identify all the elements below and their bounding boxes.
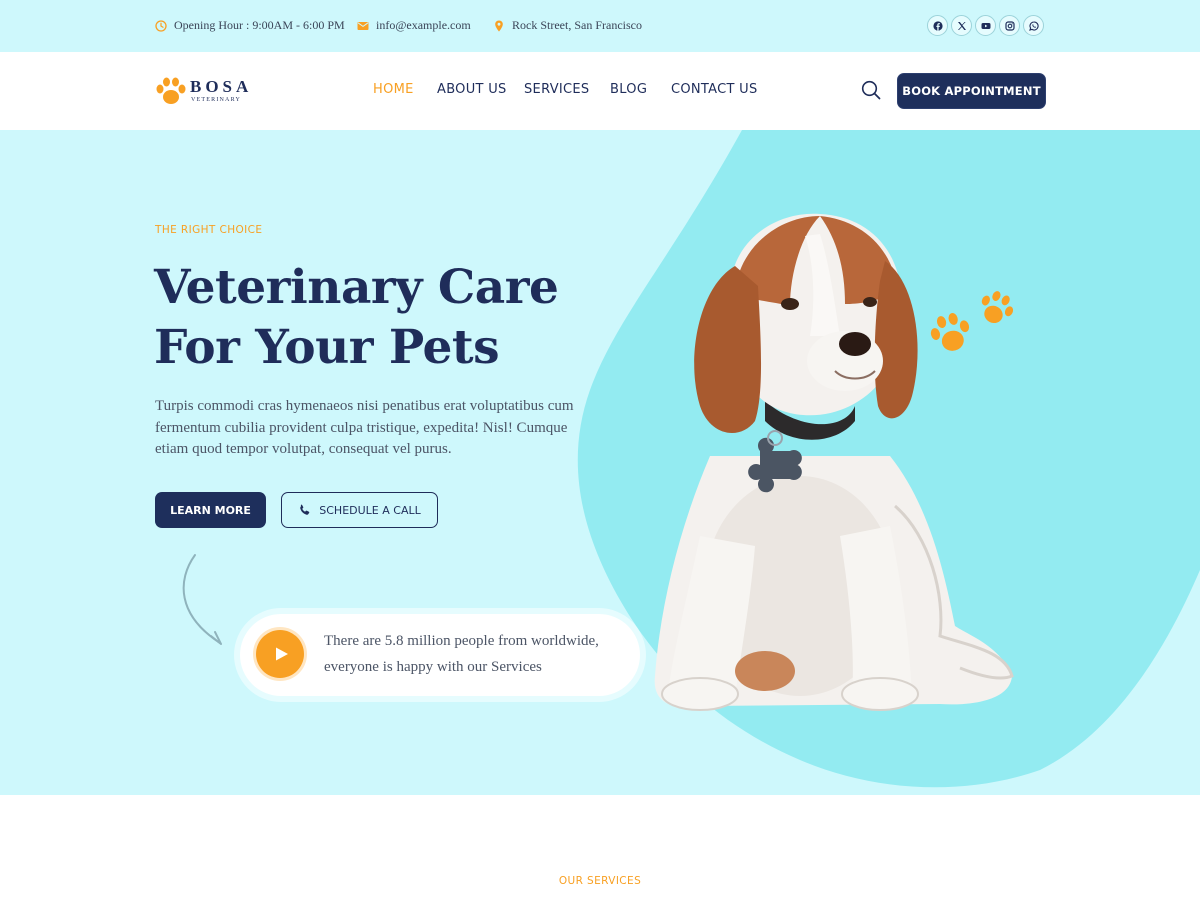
email-text[interactable]: info@example.com [376, 18, 471, 33]
main-header: BOSA VETERINARY HOME ABOUT US SERVICES B… [0, 52, 1200, 130]
map-pin-icon [495, 20, 503, 31]
opening-hours: Opening Hour : 9:00AM - 6:00 PM [155, 18, 345, 33]
hero-eyebrow: THE RIGHT CHOICE [155, 224, 263, 236]
envelope-icon [357, 21, 369, 30]
schedule-call-label: SCHEDULE A CALL [319, 503, 421, 517]
x-twitter-icon[interactable] [951, 15, 972, 36]
curved-arrow-decoration [182, 554, 222, 645]
instagram-icon[interactable] [999, 15, 1020, 36]
nav-contact-us[interactable]: CONTACT US [671, 82, 758, 97]
play-icon [275, 647, 288, 661]
hero-title: Veterinary Care For Your Pets [154, 258, 614, 378]
hero-title-line-1: Veterinary Care [154, 260, 559, 315]
video-text-line-2: everyone is happy with our Services [324, 659, 542, 675]
email-contact[interactable]: info@example.com [357, 18, 471, 33]
site-logo[interactable]: BOSA VETERINARY [154, 75, 250, 109]
play-video-button[interactable] [256, 630, 304, 678]
hero-section: THE RIGHT CHOICE Veterinary Care For You… [0, 130, 1200, 795]
search-icon[interactable] [860, 79, 882, 101]
nav-services[interactable]: SERVICES [524, 82, 589, 97]
opening-hours-text: Opening Hour : 9:00AM - 6:00 PM [174, 18, 345, 32]
logo-wordmark: BOSA [190, 77, 253, 96]
paw-logo-icon [156, 77, 186, 104]
nav-about-us[interactable]: ABOUT US [437, 82, 507, 97]
puppy-image [654, 213, 1014, 711]
learn-more-button[interactable]: LEARN MORE [155, 492, 266, 528]
whatsapp-icon[interactable] [1023, 15, 1044, 36]
nav-blog[interactable]: BLOG [610, 82, 647, 97]
schedule-call-button[interactable]: SCHEDULE A CALL [281, 492, 438, 528]
logo-subtitle: VETERINARY [191, 97, 241, 103]
video-testimonial-card: There are 5.8 million people from worldw… [240, 614, 640, 696]
hero-description: Turpis commodi cras hymenaeos nisi penat… [155, 398, 574, 457]
clock-icon [155, 19, 167, 32]
services-eyebrow: OUR SERVICES [558, 875, 642, 887]
youtube-icon[interactable] [975, 15, 996, 36]
hero-title-line-2: For Your Pets [154, 320, 500, 375]
address-text: Rock Street, San Francisco [512, 18, 642, 32]
top-info-bar: Opening Hour : 9:00AM - 6:00 PM info@exa… [0, 0, 1200, 52]
phone-icon [300, 504, 310, 515]
book-appointment-button[interactable]: BOOK APPOINTMENT [897, 73, 1046, 109]
facebook-icon[interactable] [927, 15, 948, 36]
nav-home[interactable]: HOME [373, 82, 414, 97]
address: Rock Street, San Francisco [493, 18, 642, 33]
video-text-line-1: There are 5.8 million people from worldw… [324, 633, 599, 649]
video-card-text: There are 5.8 million people from worldw… [324, 628, 624, 680]
